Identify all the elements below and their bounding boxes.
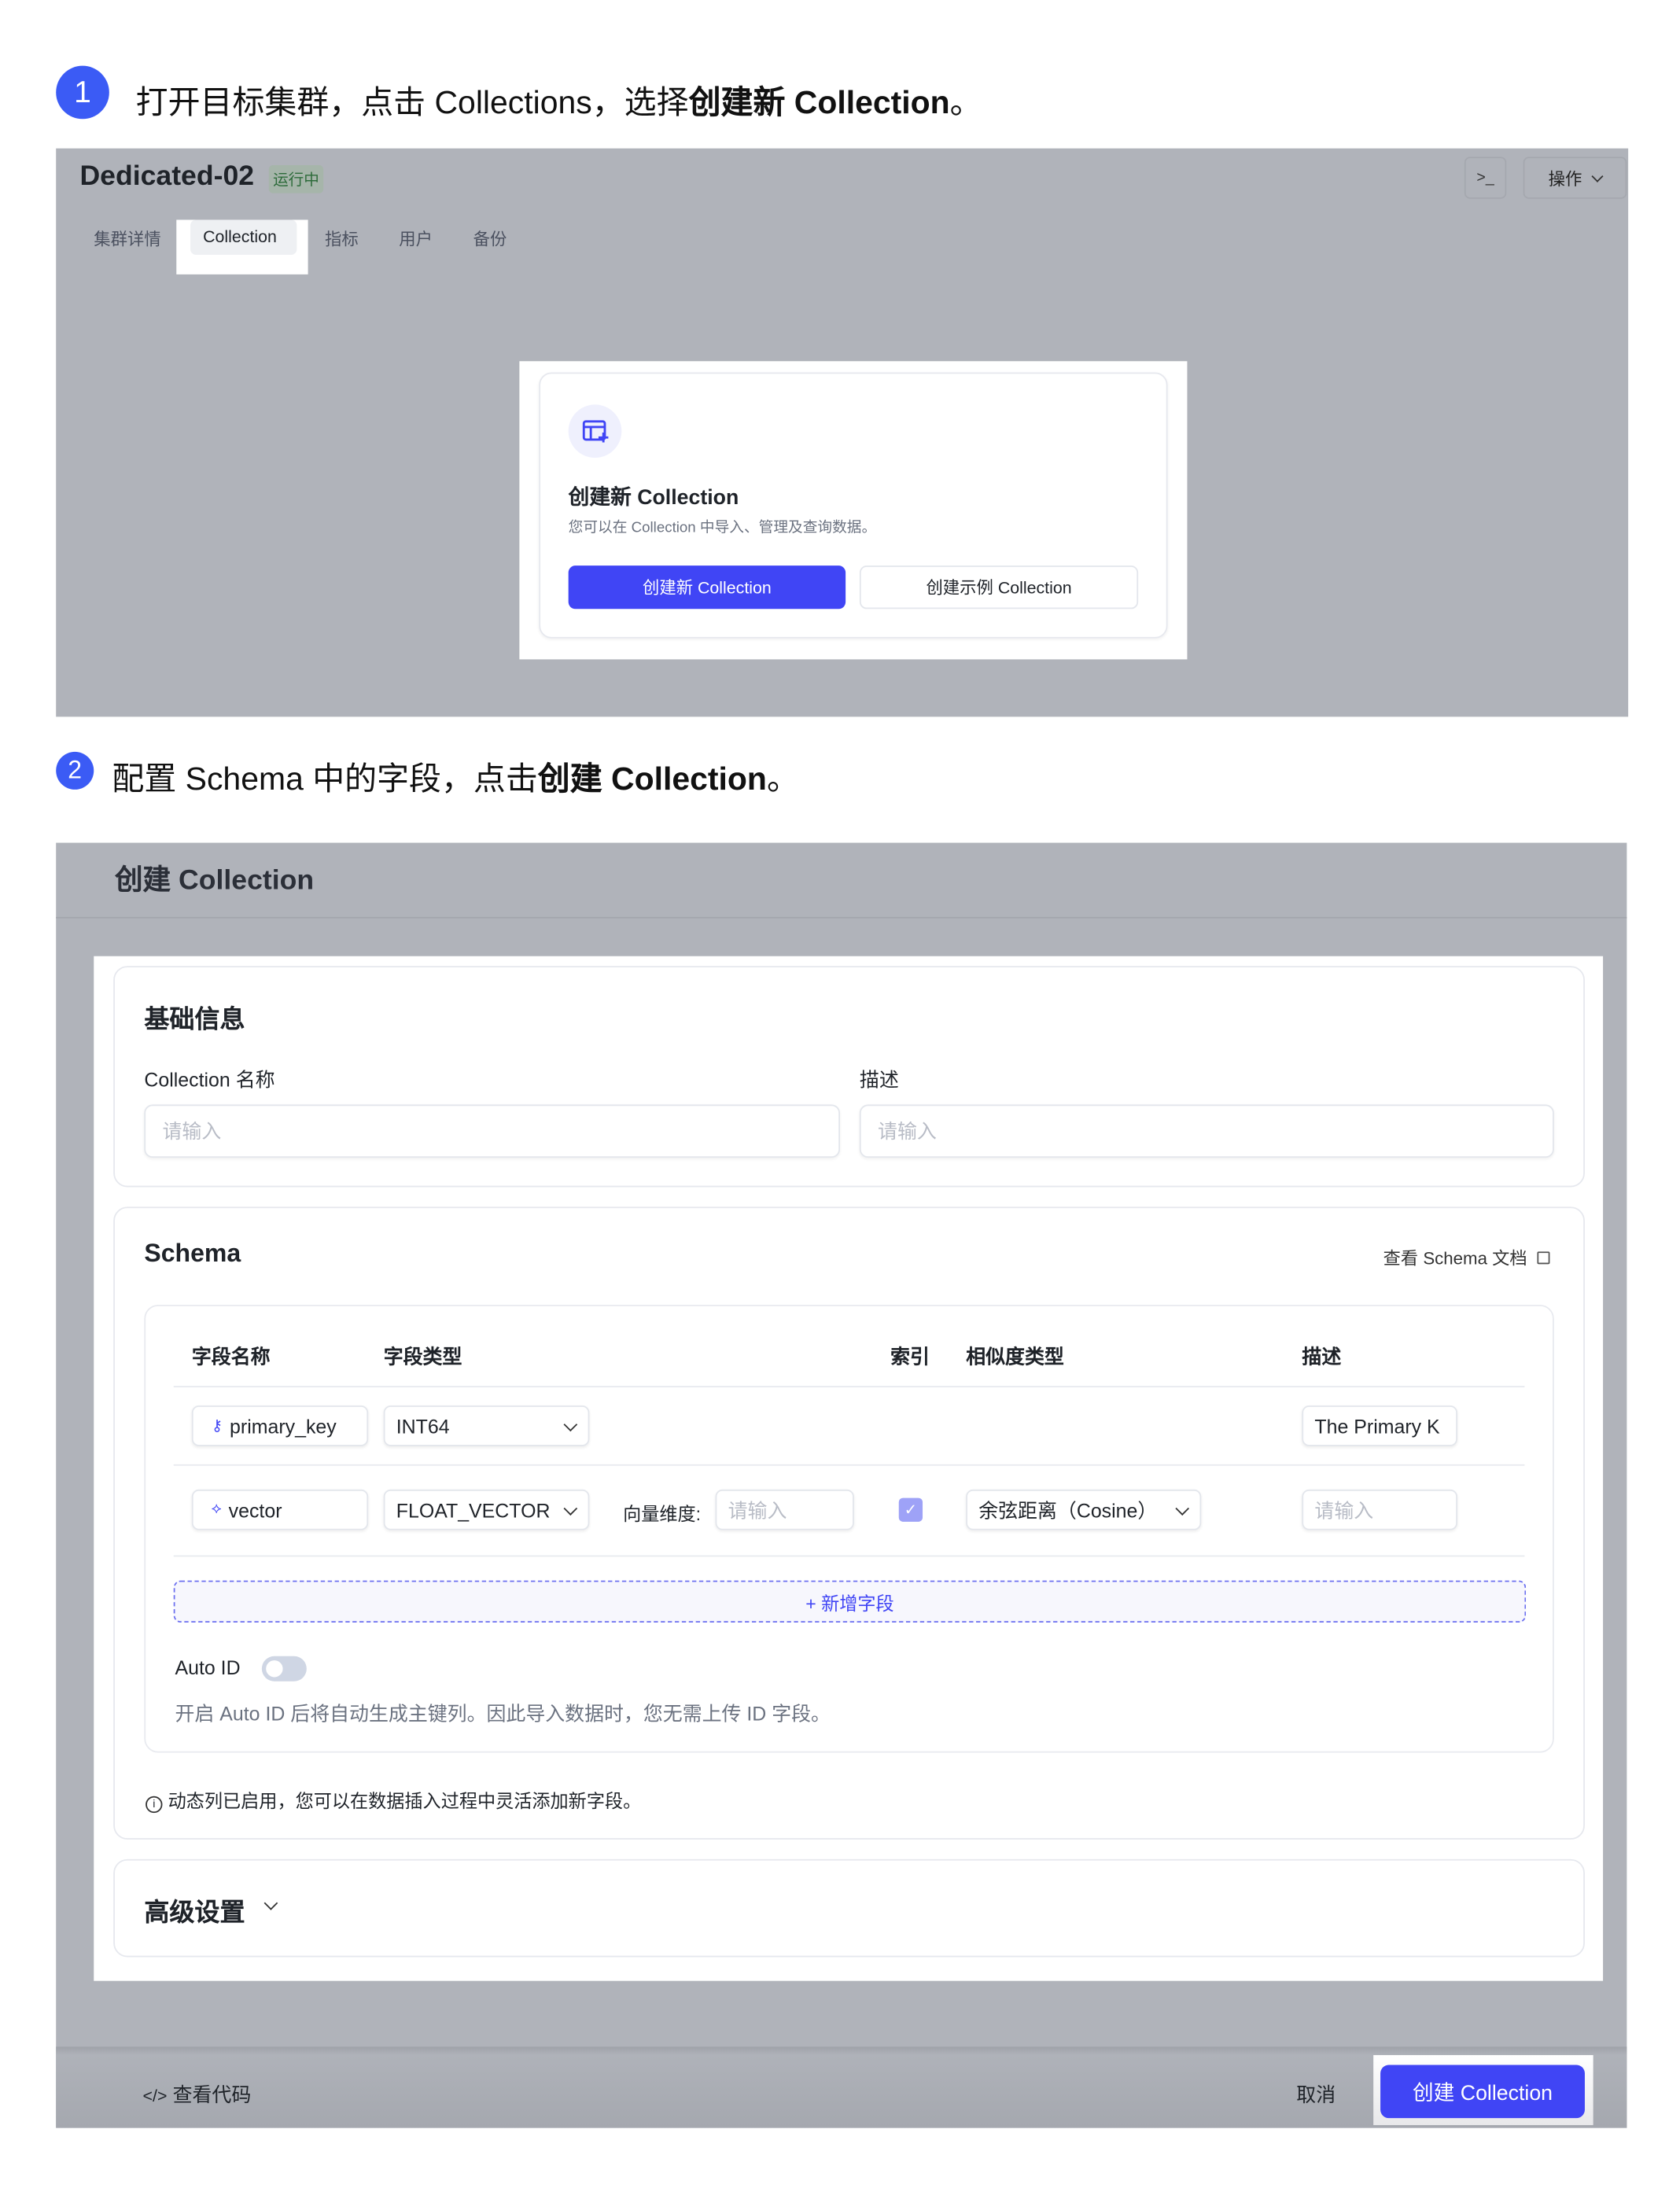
empty-collection-card: 创建新 Collection 您可以在 Collection 中导入、管理及查询… <box>539 372 1168 639</box>
description-input[interactable]: 请输入 <box>859 1104 1554 1158</box>
field-description-input[interactable]: 请输入 <box>1302 1489 1457 1530</box>
schema-doc-link[interactable]: 查看 Schema 文档 <box>1383 1243 1550 1270</box>
dynamic-note-text: 动态列已启用，您可以在数据插入过程中灵活添加新字段。 <box>168 1790 642 1812</box>
schema-heading: Schema <box>144 1239 241 1267</box>
key-icon: ⚷ <box>211 1418 223 1435</box>
empty-card-title: 创建新 Collection <box>568 485 739 510</box>
cluster-name: Dedicated-02 <box>79 160 255 192</box>
field-type-select[interactable]: INT64 <box>383 1405 590 1446</box>
info-icon: i <box>146 1796 163 1814</box>
auto-id-toggle[interactable] <box>261 1656 307 1682</box>
create-new-collection-button[interactable]: 创建新 Collection <box>568 565 846 610</box>
field-description-input[interactable]: The Primary K <box>1302 1405 1457 1446</box>
empty-card-subtitle: 您可以在 Collection 中导入、管理及查询数据。 <box>568 519 877 536</box>
view-code-label: 查看代码 <box>172 2083 252 2106</box>
chevron-down-icon <box>1175 1501 1190 1516</box>
auto-id-help: 开启 Auto ID 后将自动生成主键列。因此导入数据时，您无需上传 ID 字段… <box>175 1702 831 1725</box>
header-divider <box>56 916 1627 919</box>
step-text-end: 。 <box>766 760 799 797</box>
view-code-button[interactable]: </> 查看代码 <box>143 2080 252 2109</box>
status-badge: 运行中 <box>268 165 324 193</box>
divider <box>173 1386 1525 1387</box>
basic-info-heading: 基础信息 <box>144 1005 245 1033</box>
divider <box>173 1555 1525 1557</box>
cluster-screenshot: Dedicated-02 运行中 >_ 操作 集群详情 Collection 指… <box>56 148 1629 717</box>
table-add-icon <box>568 404 622 459</box>
step-2-badge: 2 <box>56 751 94 790</box>
field-type-select[interactable]: FLOAT_VECTOR <box>383 1489 590 1530</box>
chevron-down-icon <box>1591 169 1604 182</box>
col-index: 索引 <box>890 1345 930 1368</box>
metric-select[interactable]: 余弦距离（Cosine） <box>966 1489 1202 1530</box>
external-link-icon <box>1537 1251 1550 1265</box>
actions-button[interactable]: 操作 <box>1523 157 1627 199</box>
step-2-instruction: 配置 Schema 中的字段，点击创建 Collection。 <box>112 752 798 800</box>
tab-users[interactable]: 用户 <box>399 227 433 250</box>
col-field-type: 字段类型 <box>383 1345 462 1368</box>
step-text-bold: 创建新 Collection <box>688 83 950 121</box>
chevron-down-icon <box>563 1501 578 1516</box>
field-name-value: vector <box>228 1498 282 1521</box>
code-icon: </> <box>142 2086 168 2106</box>
toggle-knob <box>266 1660 283 1678</box>
dynamic-field-note: i 动态列已启用，您可以在数据插入过程中灵活添加新字段。 <box>146 1786 642 1814</box>
field-type-value: INT64 <box>396 1414 450 1438</box>
empty-card-highlight: 创建新 Collection 您可以在 Collection 中导入、管理及查询… <box>519 361 1188 660</box>
schema-doc-label: 查看 Schema 文档 <box>1383 1248 1527 1269</box>
actions-label: 操作 <box>1548 168 1582 189</box>
step-number: 2 <box>68 756 83 784</box>
step-text: 配置 Schema 中的字段，点击 <box>112 760 538 797</box>
cancel-button[interactable]: 取消 <box>1296 2080 1336 2109</box>
tab-cluster-details[interactable]: 集群详情 <box>94 227 160 250</box>
create-sample-collection-button[interactable]: 创建示例 Collection <box>859 565 1139 610</box>
vector-dim-label: 向量维度: <box>623 1503 702 1525</box>
field-name-input[interactable]: ⟡ vector <box>191 1489 369 1530</box>
index-checkbox[interactable]: ✓ <box>898 1497 923 1522</box>
col-metric: 相似度类型 <box>966 1345 1064 1368</box>
create-collection-title: 创建 Collection <box>114 865 315 897</box>
terminal-button[interactable]: >_ <box>1464 157 1507 199</box>
check-icon: ✓ <box>904 1501 918 1519</box>
field-type-value: FLOAT_VECTOR <box>396 1498 551 1521</box>
advanced-settings-heading[interactable]: 高级设置 <box>144 1893 245 1929</box>
vector-icon: ⟡ <box>211 1501 222 1518</box>
step-1-badge: 1 <box>56 65 109 120</box>
field-name-value: primary_key <box>230 1414 337 1438</box>
tab-backup[interactable]: 备份 <box>473 227 507 250</box>
tab-metrics[interactable]: 指标 <box>325 227 359 250</box>
advanced-settings-card[interactable] <box>113 1858 1585 1958</box>
step-1-instruction: 打开目标集群，点击 Collections，选择创建新 Collection。 <box>136 76 982 123</box>
chevron-down-icon <box>563 1416 578 1431</box>
description-label: 描述 <box>859 1068 899 1091</box>
field-name-input[interactable]: ⚷ primary_key <box>191 1405 369 1446</box>
metric-value: 余弦距离（Cosine） <box>978 1498 1158 1521</box>
divider <box>173 1464 1525 1466</box>
add-field-label: + 新增字段 <box>805 1592 894 1614</box>
step-number: 1 <box>74 74 91 109</box>
collection-name-input[interactable]: 请输入 <box>144 1104 841 1158</box>
tab-collection[interactable]: Collection <box>203 227 277 246</box>
step-text: 打开目标集群，点击 Collections，选择 <box>135 83 689 121</box>
vector-dim-input[interactable]: 请输入 <box>715 1489 854 1530</box>
collection-name-label: Collection 名称 <box>144 1068 275 1091</box>
step-text-end: 。 <box>949 83 982 121</box>
col-description: 描述 <box>1302 1345 1342 1368</box>
step-text-bold: 创建 Collection <box>537 760 767 797</box>
col-field-name: 字段名称 <box>191 1345 271 1368</box>
create-collection-button[interactable]: 创建 Collection <box>1380 2065 1585 2119</box>
auto-id-label: Auto ID <box>175 1656 241 1679</box>
add-field-button[interactable]: + 新增字段 <box>173 1580 1527 1623</box>
